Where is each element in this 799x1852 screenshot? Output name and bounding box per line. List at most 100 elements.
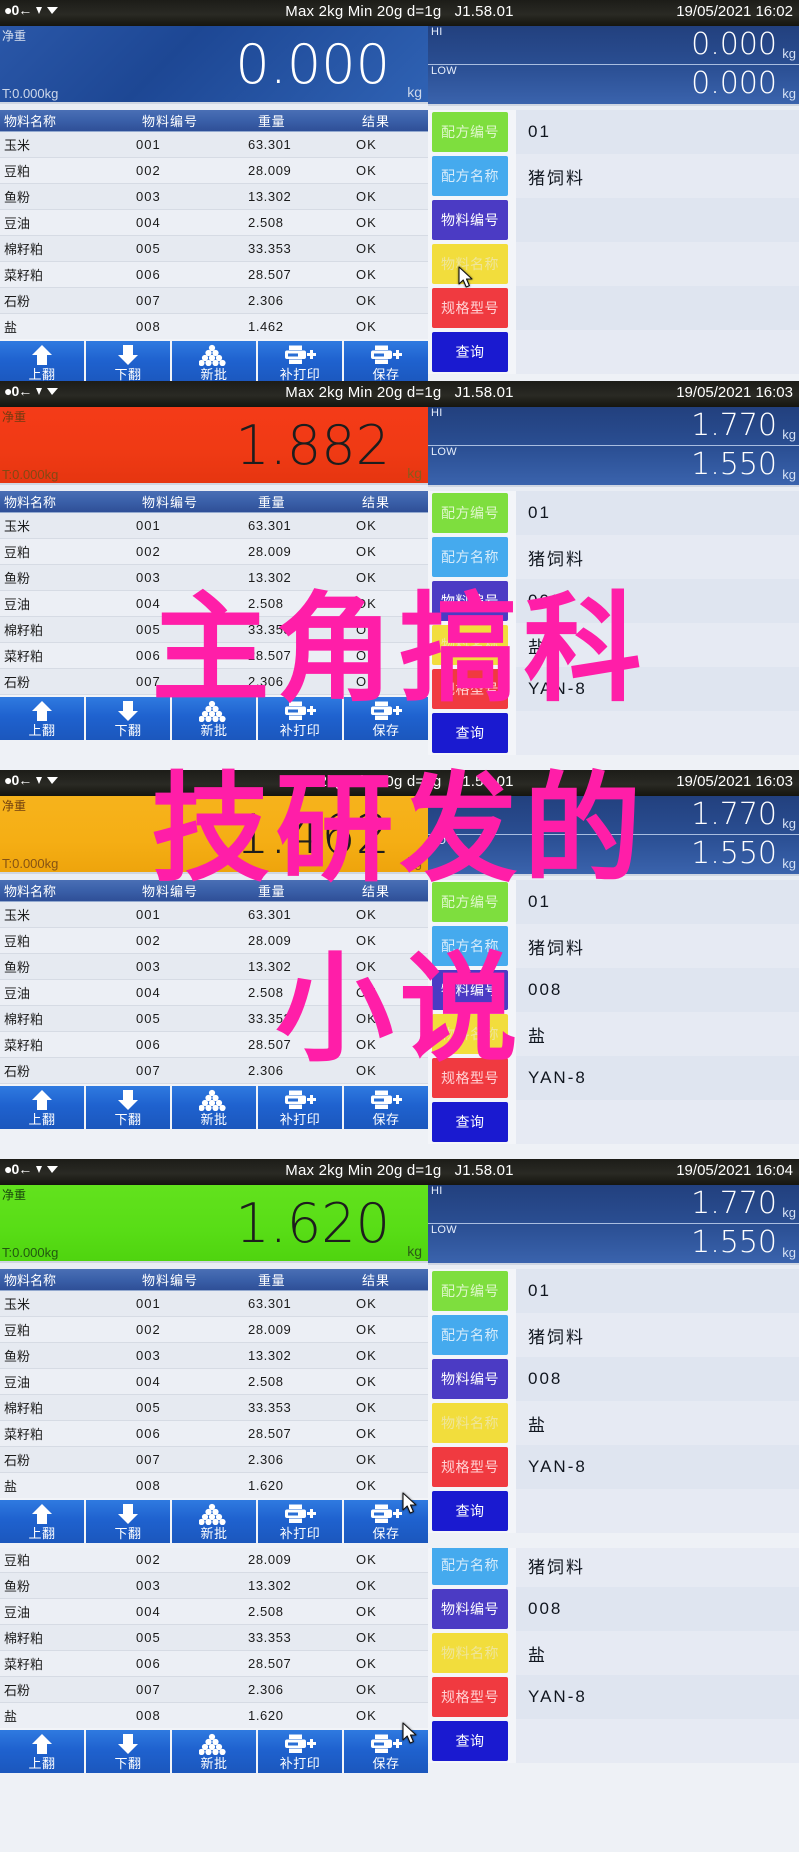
field-value-recipe-name[interactable]: 猪饲料 xyxy=(516,535,799,579)
page-down-button[interactable]: 下翻 xyxy=(86,1086,170,1129)
table-row[interactable]: 鱼粉 003 13.302 OK xyxy=(0,184,428,210)
query-button[interactable]: 查询 xyxy=(432,332,508,372)
field-row-query[interactable]: 查询 xyxy=(428,1719,799,1763)
table-row[interactable]: 豆粕 002 28.009 OK xyxy=(0,1317,428,1343)
reprint-button[interactable]: 补打印 xyxy=(258,1086,342,1129)
table-row[interactable]: 棉籽粕 005 33.353 OK xyxy=(0,1006,428,1032)
field-row-recipe-name[interactable]: 配方名称 猪饲料 xyxy=(428,535,799,579)
query-button[interactable]: 查询 xyxy=(432,713,508,753)
table-row[interactable]: 豆粕 002 28.009 OK xyxy=(0,1548,428,1573)
field-row-recipe-name[interactable]: 配方名称 猪饲料 xyxy=(428,924,799,968)
table-row[interactable]: 玉米 001 63.301 OK xyxy=(0,132,428,158)
new-batch-button[interactable]: 新批 xyxy=(172,341,256,381)
table-row[interactable]: 菜籽粕 006 28.507 OK xyxy=(0,643,428,669)
field-row-query[interactable]: 查询 xyxy=(428,1100,799,1144)
field-value-material-no[interactable]: 008 xyxy=(516,1587,799,1631)
field-row-material-no[interactable]: 物料编号 008 xyxy=(428,579,799,623)
field-key-recipe-no[interactable]: 配方编号 xyxy=(432,882,508,922)
field-key-material-name[interactable]: 物料名称 xyxy=(432,1014,508,1054)
field-value-spec-model[interactable]: YAN-8 xyxy=(516,1056,799,1100)
table-row[interactable]: 豆粕 002 28.009 OK xyxy=(0,539,428,565)
table-row[interactable]: 菜籽粕 006 28.507 OK xyxy=(0,1032,428,1058)
table-row[interactable]: 棉籽粕 005 33.353 OK xyxy=(0,236,428,262)
table-row[interactable]: 棉籽粕 005 33.353 OK xyxy=(0,617,428,643)
field-key-material-no[interactable]: 物料编号 xyxy=(432,200,508,240)
table-row[interactable]: 棉籽粕 005 33.353 OK xyxy=(0,1395,428,1421)
field-value-material-no[interactable] xyxy=(516,198,799,242)
table-row[interactable]: 鱼粉 003 13.302 OK xyxy=(0,1343,428,1369)
field-key-recipe-name[interactable]: 配方名称 xyxy=(432,926,508,966)
field-row-material-name[interactable]: 物料名称 盐 xyxy=(428,1401,799,1445)
save-button[interactable]: 保存 xyxy=(344,1086,428,1129)
field-value-material-name[interactable]: 盐 xyxy=(516,1401,799,1445)
page-down-button[interactable]: 下翻 xyxy=(86,1500,170,1543)
table-row[interactable]: 豆粕 002 28.009 OK xyxy=(0,928,428,954)
table-row[interactable]: 棉籽粕 005 33.353 OK xyxy=(0,1625,428,1651)
field-row-spec-model[interactable]: 规格型号 YAN-8 xyxy=(428,1675,799,1719)
field-row-recipe-name[interactable]: 配方名称 猪饲料 xyxy=(428,1313,799,1357)
field-key-material-no[interactable]: 物料编号 xyxy=(432,970,508,1010)
new-batch-button[interactable]: 新批 xyxy=(172,697,256,740)
new-batch-button[interactable]: 新批 xyxy=(172,1500,256,1543)
field-key-material-name[interactable]: 物料名称 xyxy=(432,1633,508,1673)
field-value-recipe-name[interactable]: 猪饲料 xyxy=(516,924,799,968)
field-key-spec-model[interactable]: 规格型号 xyxy=(432,288,508,328)
field-key-recipe-name[interactable]: 配方名称 xyxy=(432,156,508,196)
field-row-material-name[interactable]: 物料名称 盐 xyxy=(428,1631,799,1675)
page-up-button[interactable]: 上翻 xyxy=(0,341,84,381)
field-key-material-no[interactable]: 物料编号 xyxy=(432,1589,508,1629)
field-value-material-name[interactable]: 盐 xyxy=(516,1012,799,1056)
field-key-recipe-name[interactable]: 配方名称 xyxy=(432,537,508,577)
reprint-button[interactable]: 补打印 xyxy=(258,1730,342,1773)
field-key-recipe-no[interactable]: 配方编号 xyxy=(432,112,508,152)
table-row[interactable]: 豆粕 002 28.009 OK xyxy=(0,158,428,184)
table-row[interactable]: 鱼粉 003 13.302 OK xyxy=(0,565,428,591)
field-key-recipe-name[interactable]: 配方名称 xyxy=(432,1315,508,1355)
field-row-spec-model[interactable]: 规格型号 YAN-8 xyxy=(428,1445,799,1489)
field-row-recipe-no[interactable]: 配方编号 01 xyxy=(428,1269,799,1313)
field-key-spec-model[interactable]: 规格型号 xyxy=(432,1058,508,1098)
table-row[interactable]: 菜籽粕 006 28.507 OK xyxy=(0,1421,428,1447)
field-value-recipe-name[interactable]: 猪饲料 xyxy=(516,154,799,198)
field-row-material-name[interactable]: 物料名称 xyxy=(428,242,799,288)
field-key-material-name[interactable]: 物料名称 xyxy=(432,625,508,665)
field-key-recipe-no[interactable]: 配方编号 xyxy=(432,493,508,533)
save-button[interactable]: 保存 xyxy=(344,697,428,740)
field-value-material-name[interactable]: 盐 xyxy=(516,623,799,667)
page-up-button[interactable]: 上翻 xyxy=(0,697,84,740)
query-button[interactable]: 查询 xyxy=(432,1491,508,1531)
page-down-button[interactable]: 下翻 xyxy=(86,341,170,381)
field-key-spec-model[interactable]: 规格型号 xyxy=(432,1677,508,1717)
field-row-spec-model[interactable]: 规格型号 xyxy=(428,286,799,330)
field-key-spec-model[interactable]: 规格型号 xyxy=(432,1447,508,1487)
field-row-recipe-no[interactable]: 配方编号 01 xyxy=(428,880,799,924)
field-row-material-no[interactable]: 物料编号 008 xyxy=(428,1357,799,1401)
field-row-spec-model[interactable]: 规格型号 YAN-8 xyxy=(428,667,799,711)
field-value-spec-model[interactable]: YAN-8 xyxy=(516,667,799,711)
table-row[interactable]: 豆油 004 2.508 OK xyxy=(0,1369,428,1395)
table-row[interactable]: 石粉 007 2.306 OK xyxy=(0,1677,428,1703)
field-row-query[interactable]: 查询 xyxy=(428,1489,799,1533)
field-row-material-no[interactable]: 物料编号 008 xyxy=(428,1587,799,1631)
table-row[interactable]: 菜籽粕 006 28.507 OK xyxy=(0,262,428,288)
field-key-spec-model[interactable]: 规格型号 xyxy=(432,669,508,709)
field-row-query[interactable]: 查询 xyxy=(428,711,799,755)
field-key-material-name[interactable]: 物料名称 xyxy=(432,244,508,288)
field-key-material-name[interactable]: 物料名称 xyxy=(432,1403,508,1443)
page-down-button[interactable]: 下翻 xyxy=(86,697,170,740)
field-value-recipe-no[interactable]: 01 xyxy=(516,1269,799,1313)
new-batch-button[interactable]: 新批 xyxy=(172,1086,256,1129)
field-value-material-no[interactable]: 008 xyxy=(516,579,799,623)
table-row[interactable]: 石粉 007 2.306 OK xyxy=(0,1447,428,1473)
field-value-material-no[interactable]: 008 xyxy=(516,968,799,1012)
field-value-recipe-name[interactable]: 猪饲料 xyxy=(516,1313,799,1357)
new-batch-button[interactable]: 新批 xyxy=(172,1730,256,1773)
field-value-spec-model[interactable] xyxy=(516,286,799,330)
save-button[interactable]: 保存 xyxy=(344,1492,428,1543)
reprint-button[interactable]: 补打印 xyxy=(258,341,342,381)
field-row-query[interactable]: 查询 xyxy=(428,330,799,374)
field-value-recipe-no[interactable]: 01 xyxy=(516,110,799,154)
field-value-spec-model[interactable]: YAN-8 xyxy=(516,1675,799,1719)
field-key-material-no[interactable]: 物料编号 xyxy=(432,581,508,621)
table-row[interactable]: 豆油 004 2.508 OK xyxy=(0,210,428,236)
